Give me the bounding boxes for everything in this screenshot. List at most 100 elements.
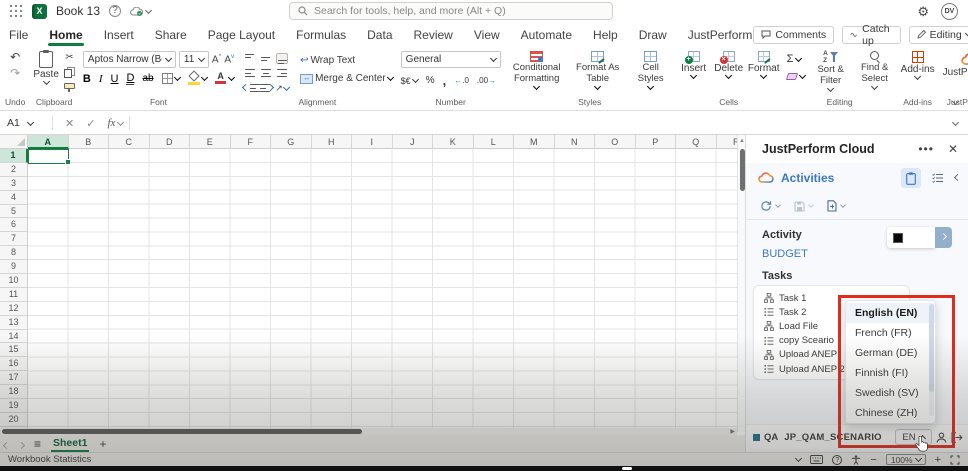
catch-up-button[interactable]: Catch up xyxy=(842,26,900,44)
ribbon-tab[interactable]: Data xyxy=(366,24,393,46)
wrap-text-button[interactable]: ↩ Wrap Text xyxy=(300,55,393,66)
shrink-font-icon[interactable]: Av xyxy=(224,54,234,65)
increase-decimal-button[interactable]: ←.0 xyxy=(454,76,469,85)
panel-more-icon[interactable]: ••• xyxy=(918,142,934,156)
decrease-decimal-button[interactable]: .00→ xyxy=(477,76,496,85)
row-header-20[interactable]: 20 xyxy=(0,413,28,427)
column-header-A[interactable]: A xyxy=(28,135,69,149)
column-header-F[interactable]: F xyxy=(231,135,272,149)
vertical-scroll-thumb[interactable] xyxy=(740,149,745,191)
comments-button[interactable]: Comments xyxy=(753,26,834,44)
font-color-button[interactable]: A xyxy=(215,72,234,85)
cancel-icon[interactable]: ✕ xyxy=(65,117,74,130)
column-header-D[interactable]: D xyxy=(150,135,191,149)
currency-button[interactable]: $€ xyxy=(401,76,418,86)
percent-button[interactable]: % xyxy=(426,75,435,86)
save-button[interactable] xyxy=(794,201,813,212)
ribbon-tab[interactable]: File xyxy=(8,24,29,46)
scroll-right-icon[interactable]: ▶ xyxy=(730,428,735,435)
number-format-select[interactable]: General xyxy=(401,51,501,68)
panel-close-icon[interactable]: ✕ xyxy=(948,142,958,156)
row-header-16[interactable]: 16 xyxy=(0,357,28,371)
cell-styles-button[interactable]: Cell Styles xyxy=(631,51,671,89)
row-header-14[interactable]: 14 xyxy=(0,330,28,344)
sheet-list-icon[interactable]: ≡ xyxy=(34,437,41,451)
align-middle-icon[interactable] xyxy=(260,53,272,64)
user-avatar[interactable]: DV xyxy=(941,3,958,20)
sheet-tab[interactable]: Sheet1 xyxy=(51,435,89,452)
font-name-select[interactable]: Aptos Narrow (Bod... xyxy=(83,51,176,68)
ribbon-tab[interactable]: JustPerform xyxy=(687,24,754,46)
column-header-P[interactable]: P xyxy=(636,135,677,149)
column-header-R[interactable]: R xyxy=(717,135,738,149)
cut-scissors-icon[interactable]: ✂ xyxy=(65,53,73,63)
row-header-18[interactable]: 18 xyxy=(0,385,28,399)
column-header-H[interactable]: H xyxy=(312,135,353,149)
addins-button[interactable]: Add-ins xyxy=(901,51,935,79)
align-bottom-icon[interactable] xyxy=(276,53,288,64)
help-icon[interactable]: ? xyxy=(832,455,842,465)
widget-next-button[interactable] xyxy=(935,227,952,248)
document-title[interactable]: Book 13 xyxy=(56,4,100,18)
select-all-corner[interactable] xyxy=(0,135,28,149)
selected-cell[interactable] xyxy=(28,149,69,164)
merge-center-button[interactable]: ↔ Merge & Center xyxy=(300,73,393,84)
ribbon-tab[interactable]: Page Layout xyxy=(207,24,276,46)
column-header-C[interactable]: C xyxy=(109,135,150,149)
column-header-O[interactable]: O xyxy=(595,135,636,149)
align-left-icon[interactable] xyxy=(244,68,256,79)
conditional-formatting-button[interactable]: Conditional Formatting xyxy=(509,51,565,89)
column-header-G[interactable]: G xyxy=(271,135,312,149)
comma-style-button[interactable]: , xyxy=(443,73,447,88)
label-info-icon[interactable]: ? xyxy=(109,5,121,17)
bold-button[interactable]: B xyxy=(83,73,91,85)
cells-area[interactable] xyxy=(28,149,737,432)
text-orientation-icon[interactable]: ↗ xyxy=(275,83,289,94)
column-header-J[interactable]: J xyxy=(393,135,434,149)
fill-color-button[interactable] xyxy=(188,72,207,85)
row-header-3[interactable]: 3 xyxy=(0,177,28,191)
increase-indent-icon[interactable] xyxy=(259,83,273,94)
expand-formula-bar-icon[interactable] xyxy=(952,118,959,125)
row-header-17[interactable]: 17 xyxy=(0,371,28,385)
justperform-button[interactable]: JustPerform xyxy=(943,51,968,78)
ribbon-tab[interactable]: Draw xyxy=(638,24,668,46)
delete-cells-button[interactable]: × Delete xyxy=(714,51,744,78)
sort-filter-button[interactable]: AZ Sort & Filter xyxy=(813,51,849,91)
column-header-L[interactable]: L xyxy=(474,135,515,149)
enter-icon[interactable]: ✓ xyxy=(86,117,95,130)
autosum-button[interactable]: Σ xyxy=(787,53,805,65)
format-as-table-button[interactable]: Format As Table xyxy=(570,51,626,89)
column-header-N[interactable]: N xyxy=(555,135,596,149)
collapse-panel-icon[interactable] xyxy=(954,173,961,180)
row-header-12[interactable]: 12 xyxy=(0,302,28,316)
chevron-down-icon[interactable] xyxy=(795,455,802,462)
redo-icon[interactable]: ↷ xyxy=(10,67,20,79)
autosave-status-icon[interactable] xyxy=(130,7,151,16)
row-header-11[interactable]: 11 xyxy=(0,288,28,302)
ribbon-tab[interactable]: Help xyxy=(592,24,619,46)
row-header-4[interactable]: 4 xyxy=(0,191,28,205)
row-header-7[interactable]: 7 xyxy=(0,232,28,246)
underline-button[interactable]: U xyxy=(111,73,119,85)
stop-icon[interactable] xyxy=(893,233,903,243)
workbook-statistics-label[interactable]: Workbook Statistics xyxy=(8,454,91,465)
row-header-5[interactable]: 5 xyxy=(0,205,28,219)
decrease-indent-icon[interactable] xyxy=(243,83,257,94)
insert-cells-button[interactable]: + Insert xyxy=(679,51,709,78)
row-header-15[interactable]: 15 xyxy=(0,343,28,357)
export-button[interactable] xyxy=(827,200,845,212)
row-header-2[interactable]: 2 xyxy=(0,163,28,177)
font-size-select[interactable]: 11 xyxy=(179,51,209,68)
column-header-I[interactable]: I xyxy=(352,135,393,149)
formula-input[interactable] xyxy=(136,112,953,134)
refresh-button[interactable] xyxy=(760,200,780,212)
align-center-icon[interactable] xyxy=(260,68,272,79)
row-header-9[interactable]: 9 xyxy=(0,260,28,274)
zoom-out-icon[interactable]: − xyxy=(870,454,876,466)
prev-sheet-icon[interactable] xyxy=(4,435,9,453)
italic-button[interactable]: I xyxy=(99,73,103,85)
column-header-B[interactable]: B xyxy=(69,135,110,149)
spreadsheet-grid[interactable]: ABCDEFGHIJKLMNOPQR 123456789101112131415… xyxy=(0,135,737,432)
name-box[interactable]: A1 xyxy=(0,112,46,134)
